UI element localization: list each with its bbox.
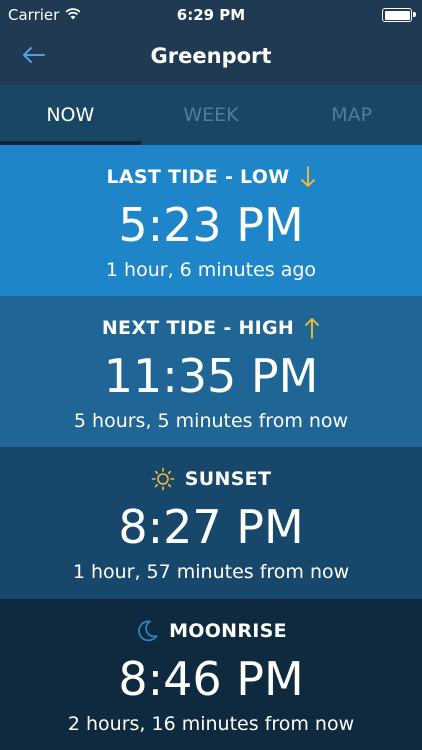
- next-tide-card: NEXT TIDE - HIGH 11:35 PM 5 hours, 5 min…: [0, 296, 422, 447]
- card-relative-time: 2 hours, 16 minutes from now: [67, 713, 355, 735]
- moonrise-card: MOONRISE 8:46 PM 2 hours, 16 minutes fro…: [0, 599, 422, 750]
- last-tide-card: LAST TIDE - LOW 5:23 PM 1 hour, 6 minute…: [0, 145, 422, 296]
- card-time: 5:23 PM: [118, 198, 304, 252]
- card-label: NEXT TIDE - HIGH: [101, 317, 295, 339]
- card-relative-time: 5 hours, 5 minutes from now: [73, 410, 349, 432]
- card-time: 8:46 PM: [118, 652, 304, 706]
- moon-icon: [135, 619, 159, 643]
- tab-now[interactable]: NOW: [0, 85, 141, 145]
- battery-icon: [382, 8, 416, 22]
- tab-week[interactable]: WEEK: [141, 85, 282, 145]
- card-time: 8:27 PM: [118, 500, 304, 554]
- card-time: 11:35 PM: [103, 349, 319, 403]
- card-label: SUNSET: [184, 468, 272, 490]
- page-title: Greenport: [150, 44, 272, 68]
- card-header: SUNSET: [0, 466, 422, 492]
- status-bar: Carrier 6:29 PM: [0, 0, 422, 30]
- sunset-card: SUNSET 8:27 PM 1 hour, 57 minutes from n…: [0, 447, 422, 599]
- card-relative-time: 1 hour, 57 minutes from now: [72, 561, 350, 583]
- tab-bar: NOW WEEK MAP: [0, 85, 422, 145]
- status-time: 6:29 PM: [176, 6, 246, 24]
- tab-map[interactable]: MAP: [281, 85, 422, 145]
- card-header: MOONRISE: [0, 618, 422, 644]
- sun-icon: [151, 467, 175, 491]
- arrow-up-icon: [305, 318, 320, 339]
- card-header: NEXT TIDE - HIGH: [0, 315, 422, 341]
- card-relative-time: 1 hour, 6 minutes ago: [105, 259, 317, 281]
- arrow-down-icon: [300, 166, 315, 187]
- card-label: MOONRISE: [169, 620, 287, 642]
- card-label: LAST TIDE - LOW: [106, 166, 290, 188]
- nav-bar: Greenport: [0, 30, 422, 85]
- battery-level: [384, 10, 410, 20]
- card-header: LAST TIDE - LOW: [0, 164, 422, 190]
